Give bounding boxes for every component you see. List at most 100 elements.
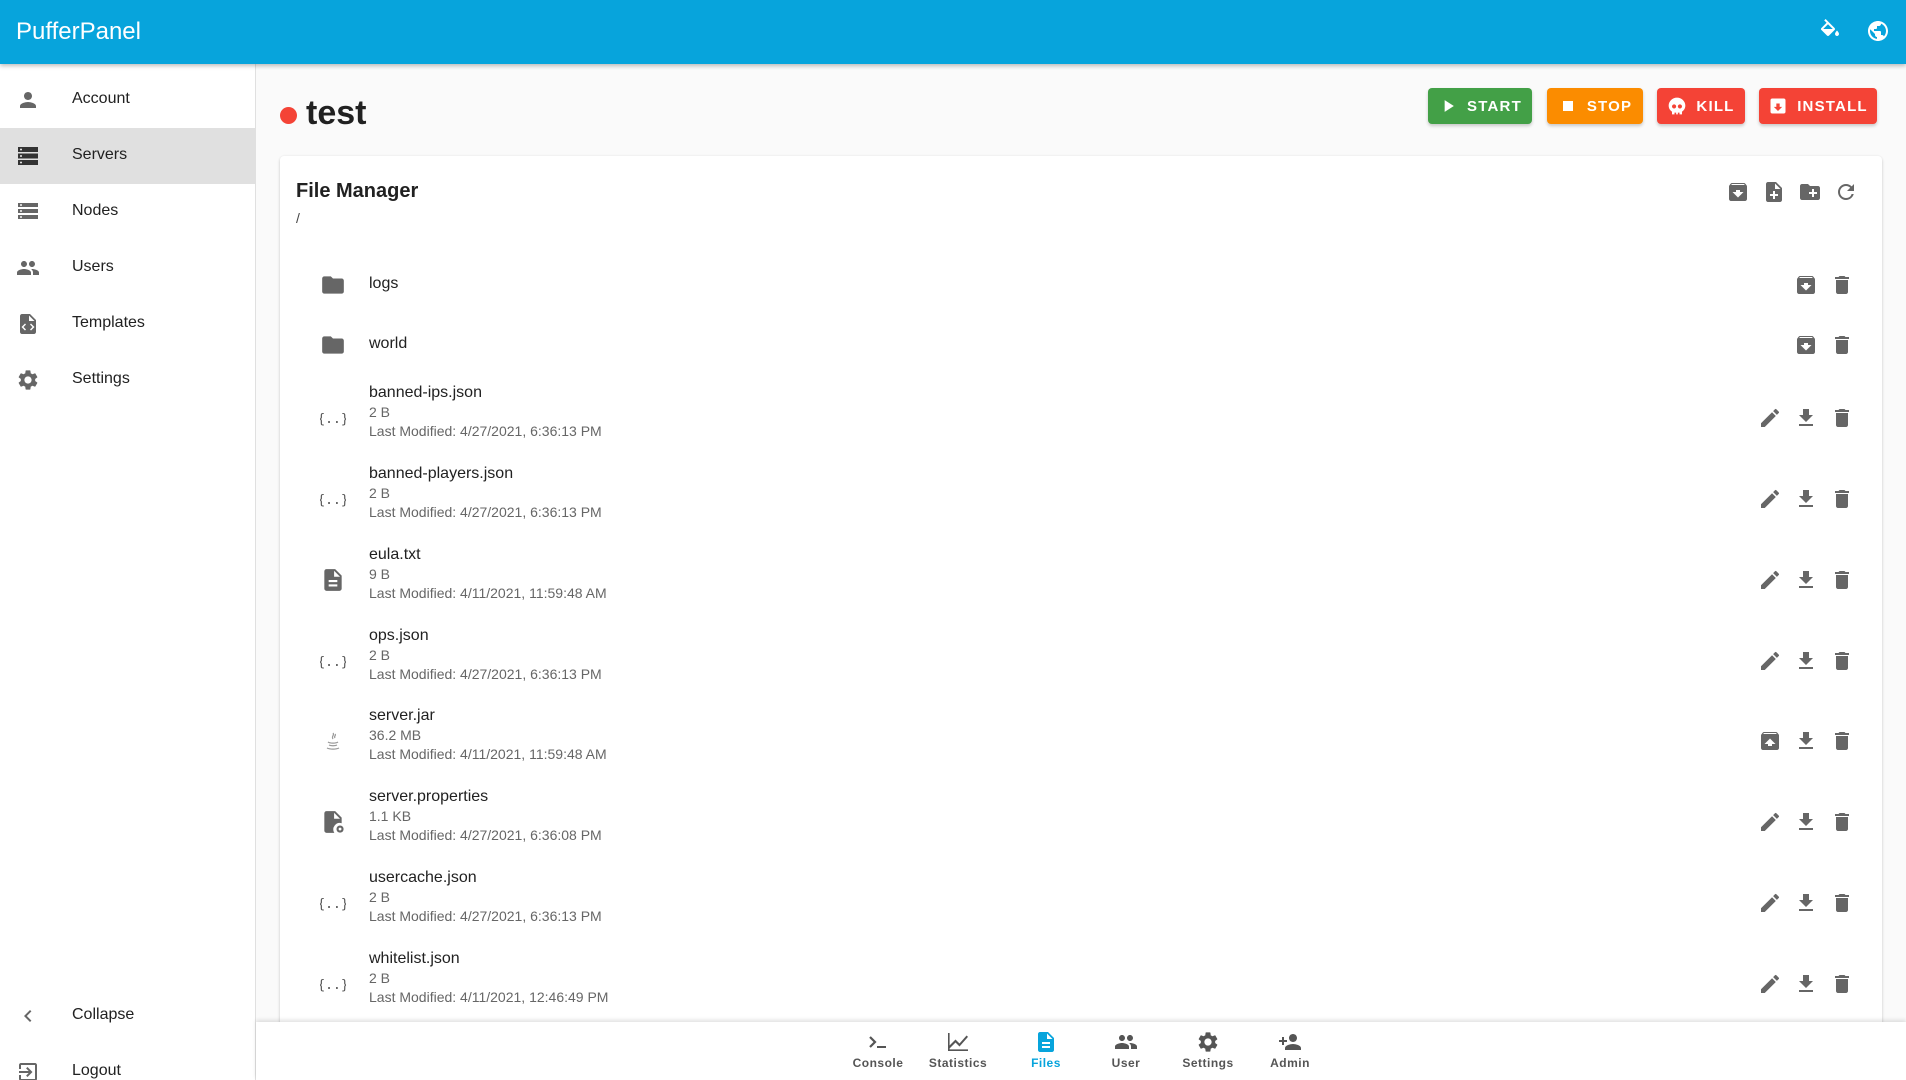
sidebar-item-servers[interactable]: Servers [0,128,255,184]
edit-icon[interactable] [1758,568,1782,592]
server-status-indicator [280,106,297,124]
delete-icon[interactable] [1830,972,1854,996]
file-modified: Last Modified: 4/11/2021, 12:46:49 PM [369,989,609,1005]
svg-text:{..}: {..} [320,493,346,508]
delete-icon[interactable] [1830,649,1854,673]
delete-icon[interactable] [1830,891,1854,915]
svg-text:{..}: {..} [320,978,346,993]
tab-files[interactable]: Files [1006,1030,1086,1074]
sidebar-item-templates[interactable]: Templates [0,296,255,352]
file-size: 9 B [369,566,391,582]
sidebar-item-settings[interactable]: Settings [0,352,255,408]
logout-label: Logout [72,1062,121,1079]
archive-download-icon[interactable] [1726,180,1750,204]
new-file-icon[interactable] [1762,180,1786,204]
settings-icon [1196,1030,1220,1054]
delete-icon[interactable] [1830,406,1854,430]
download-icon[interactable] [1794,729,1818,753]
edit-icon[interactable] [1758,649,1782,673]
servers-icon [16,144,40,168]
app-bar: PufferPanel [0,0,1906,64]
tab-admin[interactable]: Admin [1250,1030,1330,1074]
tab-settings[interactable]: Settings [1168,1030,1248,1074]
download-icon[interactable] [1794,972,1818,996]
json-file-icon: {..} [320,890,346,916]
tab-console[interactable]: Console [838,1030,918,1074]
download-icon[interactable] [1794,649,1818,673]
install-button[interactable]: INSTALL [1759,88,1877,124]
sidebar: Account Servers Nodes Users Templates Se… [0,64,256,1080]
file-name: eula.txt [369,546,421,563]
file-name: server.jar [369,707,435,724]
java-icon [320,728,346,754]
list-item-file[interactable]: {..} whitelist.json 2 B Last Modified: 4… [296,948,1866,1020]
collapse-label: Collapse [72,1006,135,1023]
start-button[interactable]: START [1428,88,1532,124]
kill-button[interactable]: KILL [1657,88,1745,124]
tab-label: Files [1031,1056,1061,1070]
list-item-folder[interactable]: logs [296,260,1866,310]
list-item-file[interactable]: server.jar 36.2 MB Last Modified: 4/11/2… [296,705,1866,777]
folder-icon [320,272,346,298]
svg-text:{..}: {..} [320,655,346,670]
main-content: test START STOP KILL INSTALL File Manage… [256,64,1906,1080]
app-title[interactable]: PufferPanel [16,18,141,46]
language-globe-icon[interactable] [1866,19,1892,45]
file-name: logs [369,275,399,292]
files-icon [1034,1030,1058,1054]
install-label: INSTALL [1797,97,1868,115]
list-item-file[interactable]: {..} banned-ips.json 2 B Last Modified: … [296,382,1866,454]
new-folder-icon[interactable] [1798,180,1822,204]
svg-text:{..}: {..} [320,412,346,427]
sidebar-item-label: Settings [72,370,130,387]
sidebar-item-label: Nodes [72,202,119,219]
json-file-icon: {..} [320,405,346,431]
file-modified: Last Modified: 4/27/2021, 6:36:13 PM [369,504,602,520]
delete-icon[interactable] [1830,810,1854,834]
list-item-file[interactable]: server.properties 1.1 KB Last Modified: … [296,786,1866,858]
archive-icon[interactable] [1794,333,1818,357]
delete-icon[interactable] [1830,568,1854,592]
sidebar-item-users[interactable]: Users [0,240,255,296]
tab-user[interactable]: User [1086,1030,1166,1074]
nodes-icon [16,200,40,224]
download-icon[interactable] [1794,487,1818,511]
edit-icon[interactable] [1758,406,1782,430]
sidebar-item-account[interactable]: Account [0,72,255,128]
list-item-file[interactable]: {..} ops.json 2 B Last Modified: 4/27/20… [296,625,1866,697]
delete-icon[interactable] [1830,487,1854,511]
delete-icon[interactable] [1830,273,1854,297]
delete-icon[interactable] [1830,333,1854,357]
refresh-icon[interactable] [1834,180,1858,204]
edit-icon[interactable] [1758,972,1782,996]
download-icon[interactable] [1794,891,1818,915]
logout-button[interactable]: Logout [0,1044,255,1080]
theme-paint-icon[interactable] [1818,19,1844,45]
tab-statistics[interactable]: Statistics [918,1030,998,1074]
start-label: START [1467,97,1522,115]
download-icon[interactable] [1794,810,1818,834]
edit-icon[interactable] [1758,487,1782,511]
kill-label: KILL [1696,97,1735,115]
chevron-left-icon [16,1004,40,1028]
edit-icon[interactable] [1758,810,1782,834]
list-item-file[interactable]: {..} banned-players.json 2 B Last Modifi… [296,463,1866,535]
list-item-folder[interactable]: world [296,320,1866,370]
play-icon [1438,96,1458,116]
unarchive-icon[interactable] [1758,729,1782,753]
collapse-button[interactable]: Collapse [0,988,255,1044]
edit-icon[interactable] [1758,891,1782,915]
file-name: world [369,335,408,352]
stop-button[interactable]: STOP [1547,88,1643,124]
users-icon [16,256,40,280]
download-icon[interactable] [1794,568,1818,592]
sidebar-item-nodes[interactable]: Nodes [0,184,255,240]
download-icon[interactable] [1794,406,1818,430]
delete-icon[interactable] [1830,729,1854,753]
list-item-file[interactable]: {..} usercache.json 2 B Last Modified: 4… [296,867,1866,939]
file-name: whitelist.json [369,950,460,967]
list-item-file[interactable]: eula.txt 9 B Last Modified: 4/11/2021, 1… [296,544,1866,616]
archive-icon[interactable] [1794,273,1818,297]
tab-label: Admin [1270,1056,1310,1070]
file-manager-card: File Manager / logs world .. banned-ips.… [280,156,1882,1080]
